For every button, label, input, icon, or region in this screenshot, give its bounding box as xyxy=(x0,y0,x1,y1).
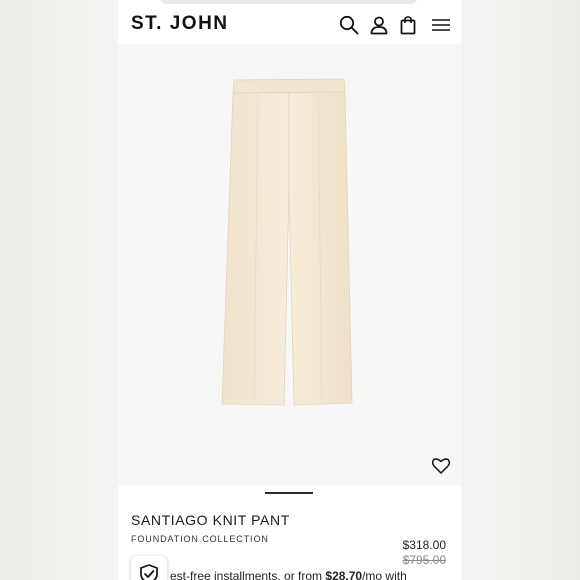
shopping-bag-icon[interactable] xyxy=(397,14,419,36)
original-price: $795.00 xyxy=(402,553,446,567)
browser-url-bar[interactable] xyxy=(160,0,418,4)
mobile-page: ST. JOHN SANTIAGO KNIT PANT FOUNDATION C… xyxy=(118,0,461,580)
account-icon[interactable] xyxy=(368,14,390,36)
installments-text: est-free installments, or from $28.70/mo… xyxy=(170,569,407,580)
installments-amount: $28.70 xyxy=(325,569,363,580)
wishlist-heart-icon[interactable] xyxy=(431,456,451,476)
trust-badge[interactable] xyxy=(131,556,167,580)
pants-image xyxy=(221,78,353,406)
menu-icon[interactable] xyxy=(430,14,452,36)
installments-prefix: est-free installments, or from xyxy=(170,569,326,580)
site-header: ST. JOHN xyxy=(118,0,461,44)
sale-price: $318.00 xyxy=(402,538,446,552)
carousel-indicator[interactable] xyxy=(265,492,313,494)
product-name: SANTIAGO KNIT PANT xyxy=(131,512,290,528)
product-collection[interactable]: FOUNDATION COLLECTION xyxy=(131,534,269,544)
product-image[interactable] xyxy=(118,44,461,486)
brand-logo[interactable]: ST. JOHN xyxy=(131,13,229,35)
installments-suffix: /mo with xyxy=(362,569,407,580)
shield-check-icon xyxy=(140,564,158,580)
search-icon[interactable] xyxy=(338,14,360,36)
